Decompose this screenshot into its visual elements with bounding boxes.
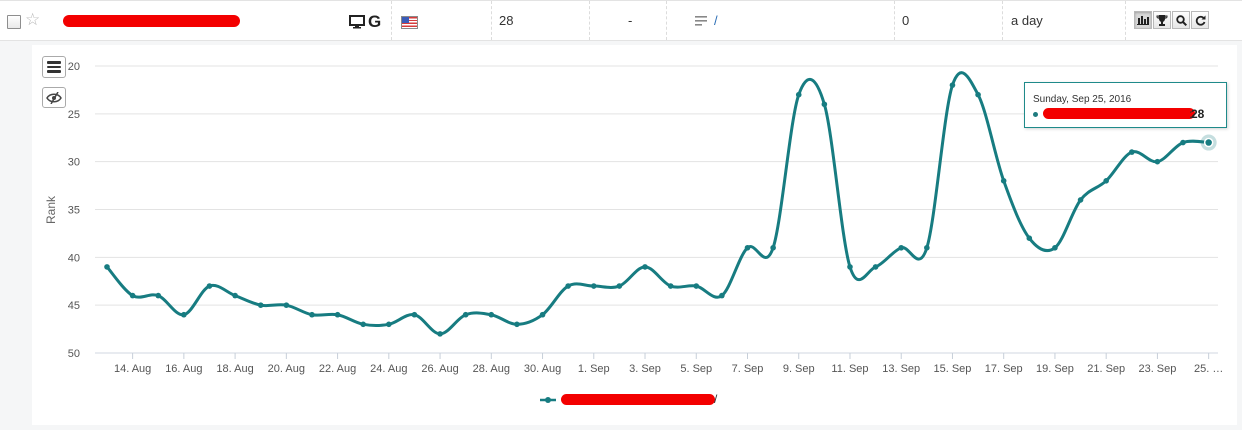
x-tick-label: 3. Sep (629, 363, 661, 375)
redacted-legend-name (561, 394, 715, 405)
x-tick-label: 1. Sep (578, 363, 610, 375)
x-tick-label: 21. Sep (1087, 363, 1125, 375)
data-point[interactable] (1154, 158, 1161, 165)
x-tick-label: 14. Aug (114, 363, 151, 375)
tooltip-value: 28 (1191, 107, 1205, 121)
data-point[interactable] (1026, 235, 1033, 241)
data-point[interactable] (539, 311, 546, 318)
y-tick-label: 20 (68, 61, 80, 73)
y-tick-label: 35 (68, 205, 80, 217)
data-point[interactable] (949, 82, 956, 88)
y-tick-label: 30 (68, 157, 80, 169)
y-tick-label: 45 (68, 300, 80, 312)
data-point[interactable] (437, 331, 443, 337)
y-axis-label: Rank (44, 195, 58, 224)
data-point[interactable] (334, 311, 341, 318)
x-tick-label: 30. Aug (524, 363, 561, 375)
data-point[interactable] (1077, 197, 1084, 203)
x-tick-label: 23. Sep (1138, 363, 1176, 375)
x-tick-label: 28. Aug (473, 363, 510, 375)
data-point[interactable] (411, 311, 418, 318)
data-point[interactable] (309, 311, 315, 318)
data-point[interactable] (386, 321, 392, 328)
data-point[interactable] (360, 321, 367, 328)
x-tick-label: 16. Aug (165, 363, 202, 375)
redacted-series-name (1043, 108, 1195, 119)
x-tick-label: 18. Aug (216, 363, 253, 375)
data-point[interactable] (795, 91, 802, 98)
data-point[interactable] (488, 311, 495, 318)
data-point[interactable] (872, 264, 879, 270)
data-point[interactable] (898, 244, 905, 251)
y-tick-label: 50 (68, 348, 80, 360)
data-point[interactable] (206, 283, 213, 289)
data-point[interactable] (847, 264, 853, 270)
legend-marker (540, 397, 556, 403)
data-point[interactable] (616, 283, 623, 289)
data-point[interactable] (1103, 178, 1109, 184)
data-point[interactable] (975, 91, 981, 98)
data-point[interactable] (1180, 139, 1186, 146)
data-point[interactable] (514, 321, 520, 328)
y-tick-label: 40 (68, 252, 80, 264)
x-tick-label: 7. Sep (732, 363, 764, 375)
data-point[interactable] (462, 311, 469, 318)
x-tick-label: 20. Aug (268, 363, 305, 375)
data-point[interactable] (590, 283, 597, 289)
chart-menu-button[interactable] (42, 56, 66, 78)
data-point[interactable] (155, 292, 162, 299)
x-tick-label: 19. Sep (1036, 363, 1074, 375)
data-point[interactable] (1052, 244, 1058, 251)
tooltip-series-dot (1033, 112, 1038, 117)
data-point[interactable] (821, 101, 828, 108)
rank-chart: 20 25 30 35 40 45 50 14. Aug 16. Aug 18. Aug 20. … (44, 61, 1223, 375)
x-tick-label: 26. Aug (421, 363, 458, 375)
data-point[interactable] (1000, 178, 1007, 184)
x-tick-label: 15. Sep (933, 363, 971, 375)
data-point[interactable] (104, 264, 110, 270)
data-point[interactable] (744, 244, 751, 251)
tooltip-date: Sunday, Sep 25, 2016 (1033, 94, 1132, 105)
x-tick-label: 13. Sep (882, 363, 920, 375)
x-tick-label: 22. Aug (319, 363, 356, 375)
data-point[interactable] (667, 283, 674, 289)
data-point[interactable] (181, 311, 187, 318)
x-tick-label: 25. … (1194, 363, 1223, 375)
chart-legend[interactable]: / (540, 392, 730, 409)
data-point[interactable] (719, 292, 725, 299)
data-point[interactable] (1129, 149, 1135, 155)
x-tick-label: 9. Sep (783, 363, 815, 375)
x-tick-label: 17. Sep (985, 363, 1023, 375)
data-point[interactable] (232, 292, 238, 299)
data-point[interactable] (129, 292, 136, 299)
data-point[interactable] (565, 283, 571, 289)
data-point[interactable] (1203, 137, 1214, 148)
data-point[interactable] (283, 302, 290, 308)
data-point[interactable] (642, 264, 648, 270)
legend-label: / (714, 392, 718, 406)
y-tick-label: 25 (68, 109, 80, 121)
x-tick-label: 5. Sep (680, 363, 712, 375)
data-point[interactable] (693, 283, 700, 289)
chart-tooltip: Sunday, Sep 25, 2016 : 28 (1024, 82, 1227, 128)
hide-series-icon[interactable] (42, 87, 66, 108)
data-point[interactable] (924, 244, 930, 251)
data-point[interactable] (770, 244, 776, 251)
x-tick-label: 24. Aug (370, 363, 407, 375)
x-tick-label: 11. Sep (831, 363, 868, 375)
data-point[interactable] (257, 302, 264, 308)
